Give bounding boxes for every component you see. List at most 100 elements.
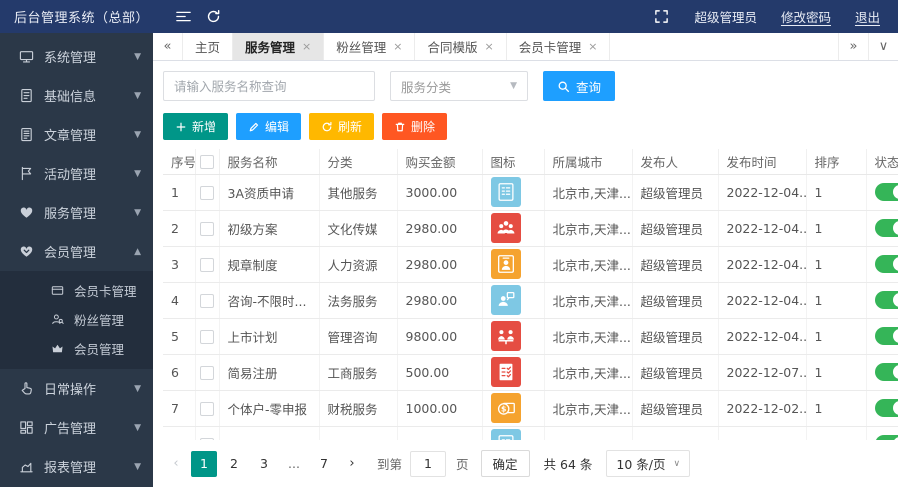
cell-city: 北京市,天津... [544,246,633,283]
sidebar-subitem[interactable]: 会员卡管理 [0,276,153,305]
page-number[interactable]: 1 [191,450,217,477]
coin-icon: $ [490,393,521,423]
cell-icon [482,210,545,247]
cell-publisher: 超级管理员 [632,318,719,355]
tab-close-icon[interactable]: × [393,40,402,53]
chevron-icon: ▼ [134,168,141,179]
page-size-select[interactable]: 10 条/页 ∨ [606,450,691,477]
status-toggle[interactable] [874,219,898,237]
cell-service-name: 简易注册 [219,354,320,391]
sidebar-item[interactable]: 广告管理 ▼ [0,408,153,447]
cell-sort: 1 [806,318,867,355]
tab-close-icon[interactable]: × [485,40,494,53]
refresh-page-icon[interactable] [198,0,228,33]
tab[interactable]: 粉丝管理 × [324,33,416,60]
prev-page-icon[interactable]: ‹ [165,451,187,477]
cell-service-name: 规章制度 [219,246,320,283]
row-checkbox[interactable] [200,185,214,200]
tabs-menu-chevron-icon[interactable]: ∨ [868,33,898,60]
sidebar-item[interactable]: 日常操作 ▼ [0,369,153,408]
app-title: 后台管理系统（总部） [14,11,150,26]
cell-sort: 1 [806,390,867,427]
info-doc-icon [18,88,34,104]
header-sort: 排序 [806,149,867,175]
cell-sort: 1 [806,354,867,391]
status-toggle[interactable] [874,363,898,381]
sidebar-subitem[interactable]: 会员管理 [0,334,153,363]
sidebar-item[interactable]: 基础信息 ▼ [0,76,153,115]
collapse-sidebar-icon[interactable] [168,0,198,33]
header-publisher: 发布人 [632,149,719,175]
cell-category: 其他服务 [319,174,398,211]
row-checkbox[interactable] [200,221,214,236]
edit-button[interactable]: 编辑 [236,113,302,140]
service-name-search-input[interactable] [163,71,375,101]
tab[interactable]: 会员卡管理 × [507,33,611,60]
tab-close-icon[interactable]: × [588,40,597,53]
row-checkbox[interactable] [200,257,214,272]
sidebar-item[interactable]: 报表管理 ▼ [0,447,153,486]
status-toggle[interactable] [874,327,898,345]
page-number[interactable]: 7 [311,451,337,477]
cell-city: 北京市,天津... [544,354,633,391]
status-toggle[interactable] [874,399,898,417]
query-button[interactable]: 查询 [543,71,616,101]
svg-text:$: $ [500,405,505,414]
person-badge-icon [490,249,521,279]
row-checkbox[interactable] [200,437,214,440]
tab[interactable]: 主页 [183,33,234,60]
status-toggle[interactable] [874,255,898,273]
sidebar-item[interactable]: 活动管理 ▼ [0,154,153,193]
cell-icon [482,318,545,355]
cell-publisher: 超级管理员 [632,174,719,211]
status-toggle[interactable] [874,183,898,201]
card-icon [50,283,64,299]
cell-publish-time: 2022-12-04... [718,246,807,283]
tab[interactable]: 服务管理 × [233,33,325,60]
page-number[interactable]: 2 [221,451,247,477]
goto-page-input[interactable] [410,450,447,477]
change-password-link[interactable]: 修改密码 [781,7,831,26]
sidebar-item[interactable]: 服务管理 ▼ [0,193,153,232]
header-amount: 购买金额 [397,149,483,175]
row-checkbox[interactable] [200,401,214,416]
logout-link[interactable]: 退出 [855,7,880,26]
tab[interactable]: 合同模版 × [415,33,507,60]
cell-status [866,426,898,440]
cell-service-name: 咨询-不限时... [219,282,320,319]
row-checkbox[interactable] [200,365,214,380]
sidebar-subitem[interactable]: 粉丝管理 [0,305,153,334]
table-row: 7 个体户-零申报 财税服务 1000.00 $ 北京市,天津... 超级管理员… [163,390,898,427]
cell-checkbox [195,210,220,247]
select-all-checkbox[interactable] [200,155,214,169]
row-checkbox[interactable] [200,329,214,344]
tab-close-icon[interactable]: × [302,40,311,53]
tabs-scroll-right-icon[interactable]: » [838,33,868,60]
sidebar-item[interactable]: 文章管理 ▼ [0,115,153,154]
fullscreen-icon[interactable] [652,0,670,33]
status-toggle[interactable] [874,291,898,309]
row-checkbox[interactable] [200,293,214,308]
cell-status [866,318,898,355]
next-page-icon[interactable]: › [341,451,363,477]
tabs-scroll-left-icon[interactable]: « [153,33,183,60]
add-button[interactable]: 新增 [163,113,229,140]
sidebar-item[interactable]: 系统管理 ▼ [0,37,153,76]
status-toggle[interactable] [874,435,898,440]
cell-category [319,426,398,440]
sidebar-item[interactable]: 会员管理 ▲ [0,232,153,271]
cell-amount: 1000.00 [397,390,483,427]
table-row: 3 规章制度 人力资源 2980.00 北京市,天津... 超级管理员 2022… [163,246,898,283]
refresh-button[interactable]: 刷新 [309,113,375,140]
delete-button[interactable]: 删除 [382,113,448,140]
cell-publisher: 超级管理员 [632,354,719,391]
cell-icon [482,354,545,391]
service-category-select[interactable]: 服务分类 ▼ [390,71,528,101]
hand-icon [18,381,34,397]
service-heart-icon [18,205,34,221]
cell-icon [482,174,545,211]
cell-service-name: 3A资质申请 [219,174,320,211]
confirm-page-button[interactable]: 确定 [480,450,530,477]
page-number[interactable]: 3 [251,451,277,477]
cell-checkbox [195,426,220,440]
